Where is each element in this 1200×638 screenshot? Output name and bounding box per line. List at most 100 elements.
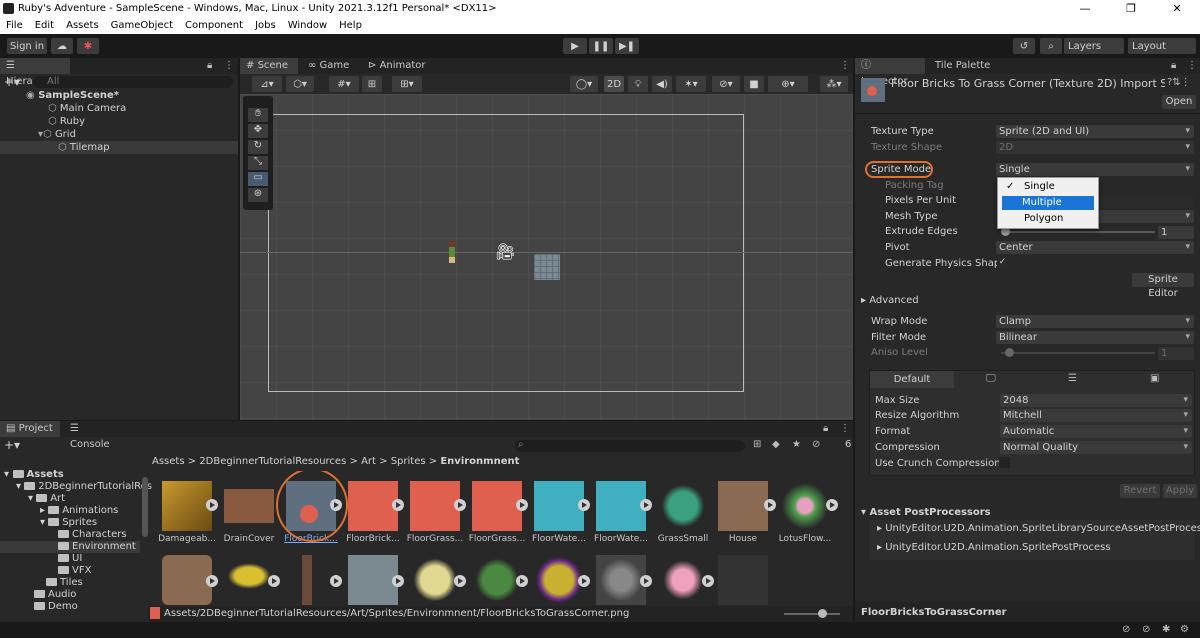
bug-icon[interactable]: ✱ <box>1162 624 1170 635</box>
hierarchy-item-scene[interactable]: ◉ SampleScene* <box>0 89 238 102</box>
mesh-type-dropdown[interactable] <box>1098 210 1194 223</box>
asset-thumbnail[interactable] <box>162 481 212 531</box>
rect-tool-icon[interactable]: ▭ <box>248 172 268 186</box>
tree-item-tutorial-resources[interactable]: ▾ 2DBeginnerTutorialRes <box>16 481 152 493</box>
hierarchy-item-tilemap[interactable]: ⬡ Tilemap <box>0 141 238 154</box>
grid-snap-icon[interactable]: #▾ <box>329 76 359 92</box>
expand-icon[interactable] <box>454 575 466 587</box>
transform-tool-icon[interactable]: ⊛ <box>248 188 268 202</box>
tree-item-ui[interactable]: UI <box>58 553 82 565</box>
extrude-edges-slider[interactable] <box>1003 231 1155 233</box>
audio-icon[interactable]: ◀) <box>652 76 672 92</box>
add-icon[interactable]: +▾ <box>4 438 20 452</box>
asset-thumbnail[interactable] <box>410 555 460 605</box>
tab-tile-palette[interactable]: Tile Palette <box>929 58 999 74</box>
asset-thumbnail[interactable] <box>472 555 522 605</box>
menu-edit[interactable]: Edit <box>35 20 54 31</box>
open-button[interactable]: Open <box>1162 95 1196 109</box>
asset-thumbnail[interactable] <box>302 555 312 605</box>
effects-icon[interactable]: ✶▾ <box>676 76 706 92</box>
sign-in-button[interactable]: Sign in <box>7 38 47 54</box>
android-icon[interactable]: ▣ <box>1150 373 1159 384</box>
tree-item-characters[interactable]: Characters <box>58 529 127 541</box>
expand-icon[interactable] <box>826 499 838 511</box>
hand-tool-icon[interactable]: ✋︎ <box>248 108 268 122</box>
asset-thumbnail[interactable] <box>596 555 646 605</box>
postprocessor-item[interactable]: ▸ UnityEditor.U2D.Animation.SpritePostPr… <box>877 542 1111 553</box>
expand-icon[interactable] <box>578 575 590 587</box>
expand-icon[interactable] <box>578 499 590 511</box>
tab-inspector[interactable]: ⓘ Inspector <box>855 58 925 87</box>
asset-thumbnail[interactable] <box>410 481 460 531</box>
tree-item-art[interactable]: ▾ Art <box>28 493 65 505</box>
minimize-icon[interactable]: — <box>1062 0 1108 17</box>
resize-algorithm-dropdown[interactable]: Mitchell <box>1000 409 1192 422</box>
tab-console[interactable]: ☰ Console <box>64 421 126 450</box>
asset-thumbnail[interactable] <box>224 561 274 591</box>
tab-hierarchy[interactable]: ☰ Hierarchy <box>0 58 70 87</box>
expand-icon[interactable] <box>454 499 466 511</box>
tree-item-sprites[interactable]: ▾ Sprites <box>40 517 97 529</box>
asset-thumbnail[interactable] <box>718 555 768 605</box>
collab-status-icon[interactable]: ⊘ <box>1142 624 1150 635</box>
sprite-mode-dropdown[interactable]: Single <box>996 163 1194 176</box>
lock-icon[interactable]: 🔒︎ <box>207 60 212 71</box>
favorite-icon[interactable]: ★ <box>792 439 801 450</box>
breadcrumb-item[interactable]: 2DBeginnerTutorialResources <box>199 456 346 467</box>
cloud-icon[interactable]: ☁ <box>51 38 73 54</box>
project-search-input[interactable]: ⌕ <box>515 439 745 452</box>
option-multiple[interactable]: Multiple <box>1002 196 1094 210</box>
advanced-foldout[interactable]: ▸ Advanced <box>861 295 919 306</box>
increment-snap-icon[interactable]: ⊞▾ <box>392 76 422 92</box>
add-icon[interactable]: +▾ <box>4 75 20 89</box>
asset-thumbnail[interactable] <box>162 555 212 605</box>
expand-icon[interactable] <box>640 499 652 511</box>
breadcrumb-item[interactable]: Environmnent <box>440 456 519 467</box>
camera-icon[interactable]: ■ <box>744 76 764 92</box>
pause-icon[interactable]: ❚❚ <box>589 38 613 54</box>
monitor-icon[interactable]: 🖵︎ <box>986 373 996 384</box>
max-size-dropdown[interactable]: 2048 <box>1000 394 1192 407</box>
expand-icon[interactable] <box>516 575 528 587</box>
tab-game[interactable]: ∞ Game <box>302 58 358 74</box>
scale-tool-icon[interactable]: ⤡ <box>248 156 268 170</box>
breadcrumb-item[interactable]: Assets <box>152 456 185 467</box>
close-icon[interactable]: ✕ <box>1154 0 1200 17</box>
search-icon[interactable]: ⌕ <box>1040 38 1062 54</box>
step-icon[interactable]: ▶❚ <box>615 38 639 54</box>
settings-icon[interactable]: ⚙ <box>1180 624 1189 635</box>
more-icon[interactable]: ⋮ <box>224 60 234 71</box>
thumbnail-size-slider[interactable] <box>784 613 840 615</box>
expand-icon[interactable] <box>764 499 776 511</box>
2d-toggle-button[interactable]: 2D <box>604 76 624 92</box>
thumbnail-size-slider-handle[interactable] <box>818 609 827 618</box>
expand-icon[interactable] <box>392 499 404 511</box>
menu-jobs[interactable]: Jobs <box>255 20 276 31</box>
more-icon[interactable]: ⋮ <box>1187 60 1197 71</box>
pivot-dropdown[interactable]: Center <box>996 241 1194 254</box>
postprocessor-item[interactable]: ▸ UnityEditor.U2D.Animation.SpriteLibrar… <box>877 523 1200 534</box>
asset-thumbnail[interactable] <box>534 481 584 531</box>
lighting-icon[interactable]: 💡︎ <box>628 76 648 92</box>
tab-animator[interactable]: ⊳ Animator <box>362 58 432 74</box>
extrude-edges-field[interactable]: 1 <box>1158 226 1194 239</box>
play-icon[interactable]: ▶ <box>563 38 587 54</box>
menu-assets[interactable]: Assets <box>66 20 99 31</box>
ruby-sprite[interactable] <box>446 240 458 264</box>
hidden-packages-icon[interactable]: ⊘ <box>812 439 820 450</box>
tab-project[interactable]: ▤ Project <box>0 421 60 437</box>
compression-dropdown[interactable]: Normal Quality <box>1000 441 1192 454</box>
asset-thumbnail[interactable] <box>348 555 398 605</box>
asset-thumbnail[interactable] <box>658 481 708 531</box>
asset-postprocessors-foldout[interactable]: ▾ Asset PostProcessors <box>861 507 991 518</box>
help-icon[interactable]: ?⇅⋮ <box>1167 77 1191 88</box>
rotate-tool-icon[interactable]: ↻ <box>248 140 268 154</box>
asset-thumbnail[interactable] <box>658 555 708 605</box>
filter-mode-dropdown[interactable]: Bilinear <box>996 331 1194 344</box>
shading-mode-icon[interactable]: ◯▾ <box>570 76 598 92</box>
network-icon[interactable]: ⊘ <box>1122 624 1130 635</box>
tree-item-environment[interactable]: Environment <box>0 541 140 553</box>
wrap-mode-dropdown[interactable]: Clamp <box>996 315 1194 328</box>
asset-thumbnail[interactable] <box>596 481 646 531</box>
scene-overlay-icon[interactable]: ⁂▾ <box>820 76 848 92</box>
